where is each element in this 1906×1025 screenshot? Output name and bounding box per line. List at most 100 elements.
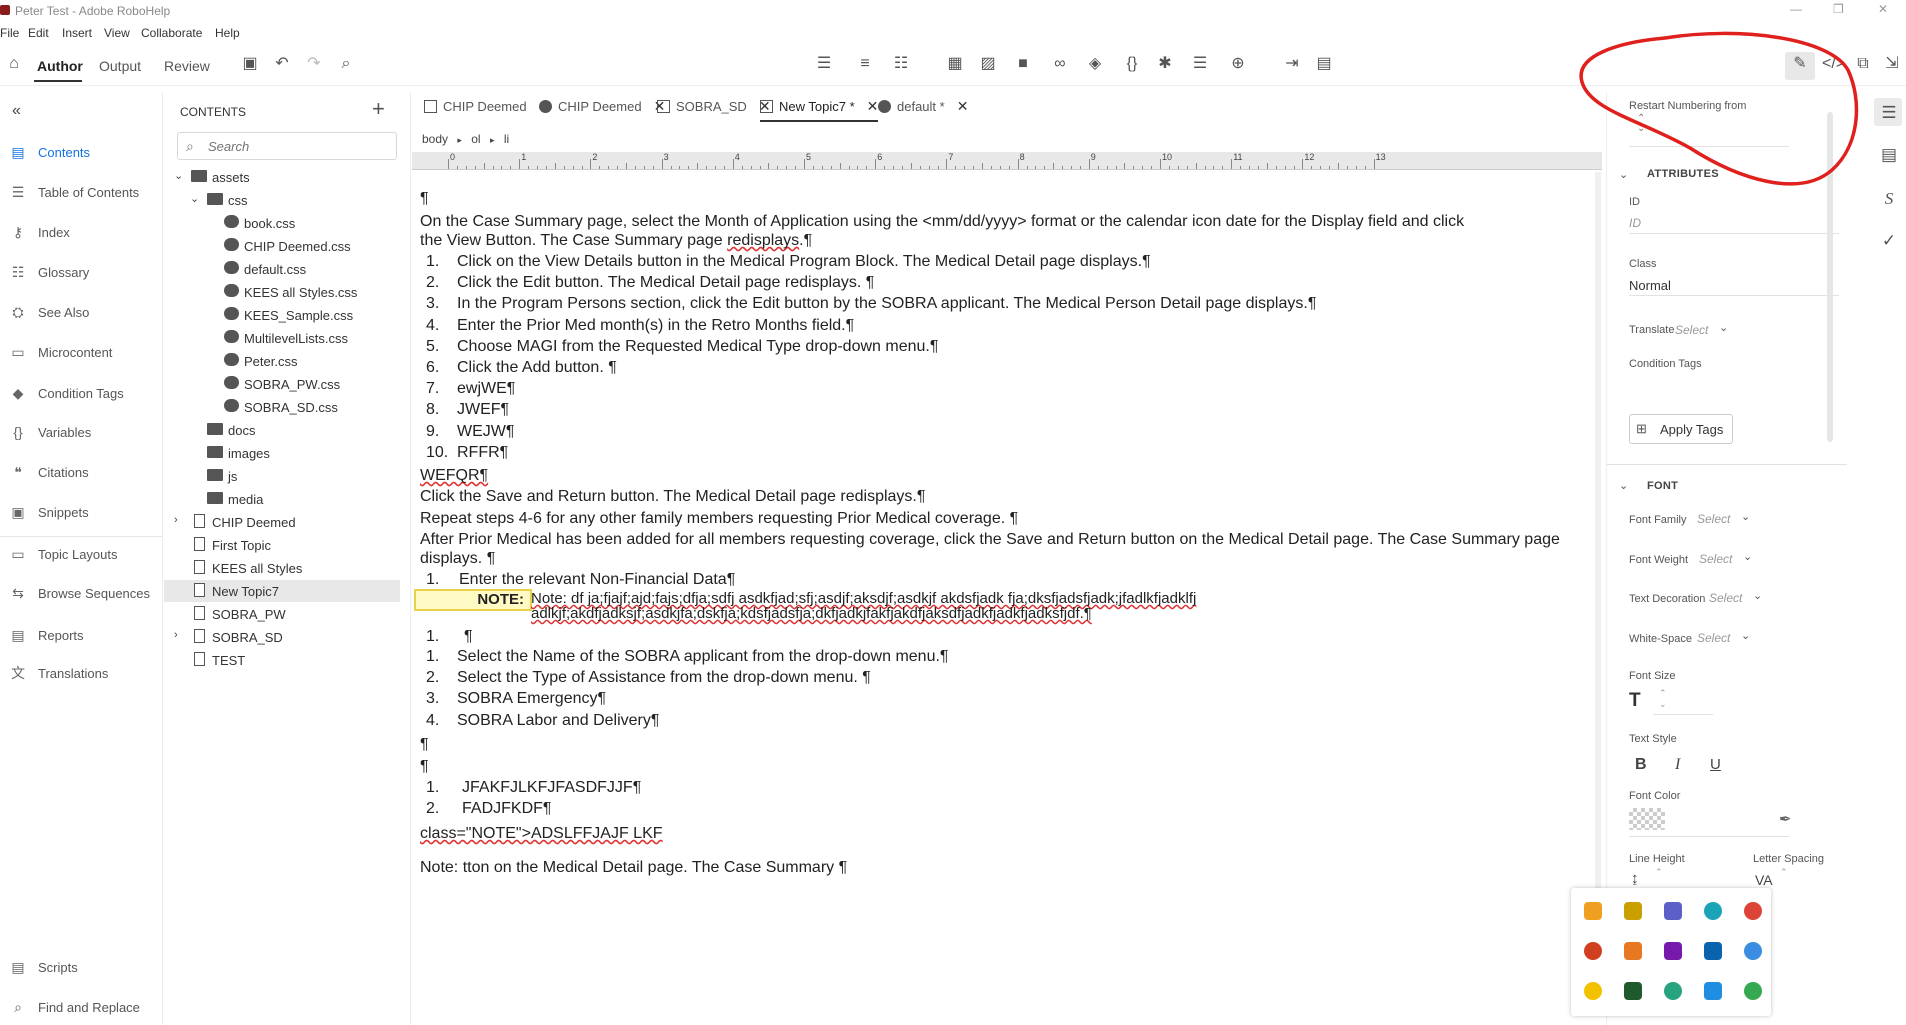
document-canvas[interactable]: ¶ On the Case Summary page, select the M… — [412, 172, 1592, 1025]
tree-item-css[interactable]: SOBRA_SD.css — [164, 396, 400, 418]
multilevel-list-icon[interactable]: ☷ — [891, 55, 911, 73]
tree-item-css[interactable]: MultilevelLists.css — [164, 327, 400, 349]
nav-browse-sequences[interactable]: ⇆ Browse Sequences — [0, 582, 162, 606]
insert-snippet-icon[interactable]: ⇥ — [1282, 55, 1302, 73]
tree-item-folder[interactable]: ⌄ assets — [164, 166, 400, 188]
tree-item-file[interactable]: KEES all Styles — [164, 557, 400, 579]
breadcrumb-li[interactable]: li — [504, 132, 509, 146]
chevron-right-icon[interactable]: › — [174, 514, 186, 526]
tree-item-folder[interactable]: media — [164, 488, 400, 510]
nav-citations[interactable]: ❝ Citations — [0, 461, 162, 485]
tray-display-icon[interactable] — [1704, 982, 1722, 1000]
tray-security-icon[interactable] — [1624, 902, 1642, 920]
intro-paragraph-line1[interactable]: On the Case Summary page, select the Mon… — [420, 212, 1464, 231]
tray-chrome-icon[interactable] — [1744, 902, 1762, 920]
intro-paragraph-line2[interactable]: the View Button. The Case Summary page r… — [420, 231, 812, 250]
preview-icon[interactable]: ⧉ — [1853, 55, 1873, 73]
underline-button[interactable]: U — [1710, 756, 1721, 773]
editor-tab[interactable]: CHIP Deemed✕ — [539, 98, 665, 122]
save-return-paragraph[interactable]: Click the Save and Return button. The Me… — [420, 487, 925, 506]
chevron-down-icon[interactable]: ⌄ — [1619, 479, 1628, 492]
id-input[interactable]: ID — [1629, 216, 1641, 230]
menu-insert[interactable]: Insert — [62, 26, 92, 40]
numbered-list-icon[interactable]: ≡ — [855, 55, 875, 73]
text-decoration-select[interactable]: Select — [1709, 591, 1742, 605]
menu-collaborate[interactable]: Collaborate — [141, 26, 202, 40]
horizontal-rule-icon[interactable]: ☰ — [1190, 55, 1210, 73]
tree-item-css[interactable]: Peter.css — [164, 350, 400, 372]
translate-select[interactable]: Select — [1675, 323, 1708, 337]
insert-image-icon[interactable]: ▨ — [978, 55, 998, 73]
bullet-list-icon[interactable]: ☰ — [814, 55, 834, 73]
note-label[interactable]: NOTE: — [414, 589, 532, 611]
properties-sliders-icon[interactable]: ☰ — [1878, 102, 1900, 124]
tray-app-icon[interactable] — [1584, 902, 1602, 920]
nav-contents[interactable]: ▤ Contents — [0, 141, 162, 165]
tree-item-file[interactable]: SOBRA_PW — [164, 603, 400, 625]
raw-class-paragraph[interactable]: class="NOTE">ADSLFFJAJF LKF — [420, 824, 663, 843]
tray-onenote-icon[interactable] — [1664, 942, 1682, 960]
chevron-down-icon[interactable]: ⌄ — [1753, 589, 1762, 602]
chevron-down-icon[interactable]: ⌄ — [1741, 510, 1750, 523]
chevron-right-icon[interactable]: › — [174, 629, 186, 641]
repeat-steps-paragraph[interactable]: Repeat steps 4-6 for any other family me… — [420, 509, 1018, 528]
empty-paragraph[interactable]: ¶ — [420, 735, 429, 754]
maximize-button[interactable]: ❐ — [1833, 2, 1844, 16]
nav-snippets[interactable]: ▣ Snippets — [0, 501, 162, 525]
font-family-select[interactable]: Select — [1697, 512, 1730, 526]
home-icon[interactable]: ⌂ — [4, 55, 24, 73]
source-view-icon[interactable]: </> — [1822, 55, 1845, 73]
chevron-down-icon[interactable]: ⌄ — [1741, 629, 1750, 642]
nav-reports[interactable]: ▤ Reports — [0, 624, 162, 648]
nav-find-and-replace[interactable]: ⌕ Find and Replace — [0, 996, 162, 1020]
bold-button[interactable]: B — [1635, 756, 1647, 774]
nav-scripts[interactable]: ▤ Scripts — [0, 956, 162, 980]
variables-icon[interactable]: {} — [1122, 55, 1142, 73]
chevron-down-icon[interactable]: ⌄ — [1619, 168, 1628, 181]
topic-layout-icon[interactable]: ▤ — [1314, 55, 1334, 73]
insert-more-icon[interactable]: ⊕ — [1228, 55, 1248, 73]
mode-tab-output[interactable]: Output — [99, 58, 141, 74]
insert-video-icon[interactable]: ■ — [1013, 55, 1033, 73]
tray-cloud-icon[interactable] — [1584, 942, 1602, 960]
minimize-button[interactable]: — — [1790, 2, 1802, 16]
tray-status-icon[interactable] — [1584, 982, 1602, 1000]
special-char-icon[interactable]: ✱ — [1155, 55, 1175, 73]
tray-edge-dev-icon[interactable] — [1664, 982, 1682, 1000]
find-icon[interactable]: ⌕ — [336, 55, 356, 73]
tray-edge-icon[interactable] — [1704, 902, 1722, 920]
font-color-swatch[interactable] — [1629, 808, 1665, 830]
tree-item-css[interactable]: CHIP Deemed.css — [164, 235, 400, 257]
tree-item-folder[interactable]: docs — [164, 419, 400, 441]
breadcrumb-body[interactable]: body — [422, 132, 448, 146]
apply-tags-button[interactable]: ⊞ Apply Tags — [1629, 414, 1733, 444]
font-size-stepper[interactable]: ⌃ ⌄ — [1659, 688, 1667, 710]
class-value[interactable]: Normal — [1629, 278, 1671, 293]
ruler[interactable]: 0 1 2 3 4 5 6 7 8 9 10 11 12 13 — [412, 152, 1602, 170]
tree-item-css[interactable]: SOBRA_PW.css — [164, 373, 400, 395]
styles-icon[interactable]: S — [1878, 188, 1900, 210]
spell-check-icon[interactable]: ✓ — [1878, 230, 1900, 252]
tray-teams-icon[interactable] — [1664, 902, 1682, 920]
tree-item-css[interactable]: book.css — [164, 212, 400, 234]
tray-update-icon[interactable] — [1744, 982, 1762, 1000]
last-note-paragraph[interactable]: Note: tton on the Medical Detail page. T… — [420, 858, 847, 877]
tray-outlook-icon[interactable] — [1704, 942, 1722, 960]
nav-topic-layouts[interactable]: ▭ Topic Layouts — [0, 543, 162, 567]
font-weight-select[interactable]: Select — [1699, 552, 1732, 566]
nav-glossary[interactable]: ☷ Glossary — [0, 261, 162, 285]
undo-icon[interactable]: ↶ — [272, 55, 292, 73]
mode-tab-author[interactable]: Author — [37, 58, 83, 74]
tree-item-folder[interactable]: ⌄ css — [164, 189, 400, 211]
tree-item-css[interactable]: KEES all Styles.css — [164, 281, 400, 303]
attributes-heading[interactable]: ATTRIBUTES — [1647, 168, 1719, 180]
tree-item-css[interactable]: default.css — [164, 258, 400, 280]
after-prior-paragraph-line2[interactable]: displays. ¶ — [420, 549, 495, 568]
contents-search[interactable]: ⌕ — [177, 132, 397, 160]
editor-tab[interactable]: New Topic7 * ✕ — [760, 98, 879, 122]
tray-sync-icon[interactable] — [1744, 942, 1762, 960]
mode-tab-review[interactable]: Review — [164, 58, 210, 74]
chevron-down-icon[interactable]: ⌄ — [174, 169, 186, 182]
restart-numbering-stepper[interactable]: ⌃ ⌄ — [1637, 114, 1645, 134]
menu-file[interactable]: File — [0, 26, 19, 40]
